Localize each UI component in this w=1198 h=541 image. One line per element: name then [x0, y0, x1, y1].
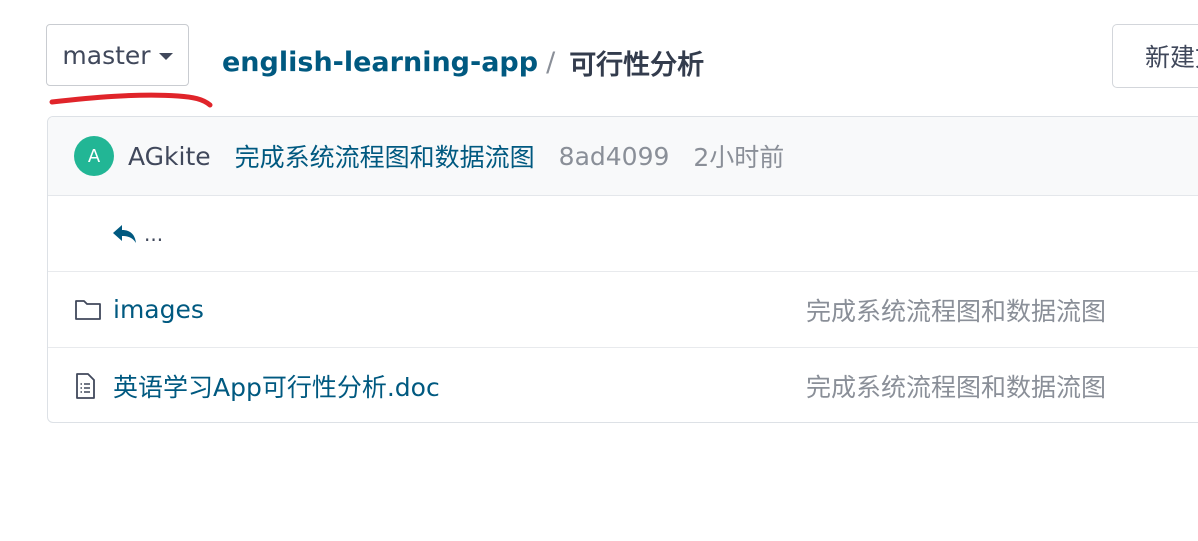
- folder-icon: [74, 298, 104, 322]
- reply-arrow-icon: [113, 224, 136, 243]
- avatar[interactable]: A: [74, 136, 114, 176]
- commit-sha[interactable]: 8ad4099: [559, 142, 670, 171]
- latest-commit-bar: A AGkite 完成系统流程图和数据流图 8ad4099 2小时前: [48, 117, 1198, 196]
- file-commit-message[interactable]: 完成系统流程图和数据流图: [806, 368, 1106, 404]
- caret-down-icon: [158, 52, 173, 60]
- file-name-link[interactable]: 英语学习App可行性分析.doc: [113, 368, 440, 404]
- new-file-label: 新建文件: [1145, 43, 1198, 72]
- file-name-link[interactable]: images: [113, 295, 204, 324]
- document-icon: [74, 372, 104, 399]
- branch-dropdown[interactable]: master: [46, 24, 189, 86]
- parent-directory-row[interactable]: ...: [48, 196, 1198, 272]
- commit-author[interactable]: AGkite: [128, 142, 211, 171]
- breadcrumb: english-learning-app / 可行性分析: [222, 40, 704, 84]
- parent-directory-label: ...: [144, 221, 164, 246]
- repo-tree-page: master english-learning-app / 可行性分析 新建文件…: [0, 0, 1198, 541]
- breadcrumb-repo-link[interactable]: english-learning-app: [222, 47, 538, 78]
- red-underline-annotation: [49, 92, 213, 108]
- breadcrumb-separator: /: [546, 46, 556, 78]
- list-item[interactable]: images 完成系统流程图和数据流图: [48, 272, 1198, 348]
- breadcrumb-current-folder: 可行性分析: [569, 49, 705, 81]
- file-tree-panel: A AGkite 完成系统流程图和数据流图 8ad4099 2小时前 ... i…: [47, 116, 1198, 423]
- file-commit-message[interactable]: 完成系统流程图和数据流图: [806, 292, 1106, 328]
- new-file-button[interactable]: 新建文件: [1112, 24, 1198, 88]
- commit-message-link[interactable]: 完成系统流程图和数据流图: [235, 138, 535, 174]
- list-item[interactable]: 英语学习App可行性分析.doc 完成系统流程图和数据流图: [48, 348, 1198, 422]
- commit-time: 2小时前: [693, 143, 785, 172]
- branch-label: master: [62, 40, 151, 70]
